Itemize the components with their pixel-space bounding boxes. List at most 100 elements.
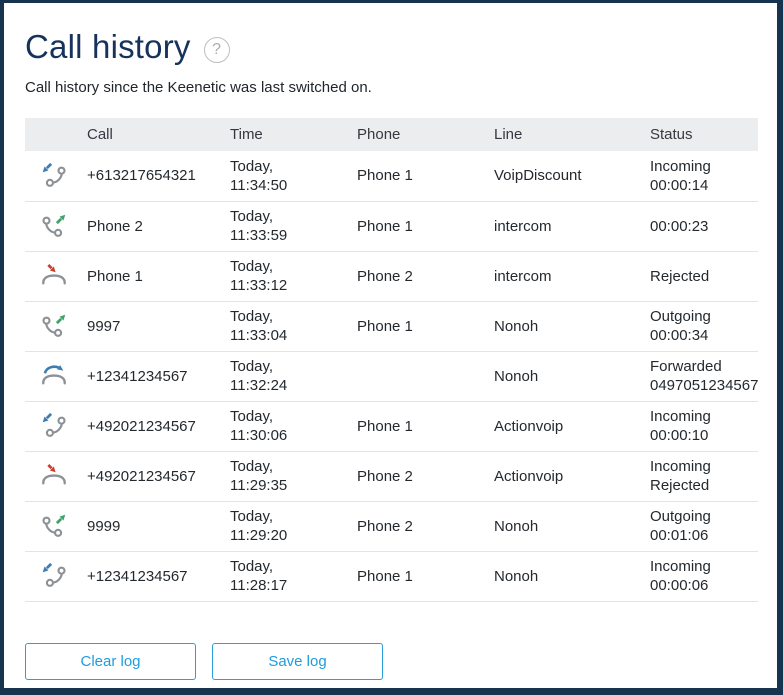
table-row: 9997 Today,11:33:04 Phone 1 Nonoh Outgoi… (25, 301, 758, 351)
status-line: 00:00:23 (650, 217, 752, 236)
incoming-call-icon (39, 161, 69, 191)
cell-call: 9999 (87, 501, 230, 551)
column-header-phone: Phone (357, 118, 494, 151)
cell-status: Rejected (650, 251, 758, 301)
cell-time: Today,11:29:35 (230, 451, 357, 501)
status-line: 00:00:14 (650, 176, 752, 195)
table-row: +613217654321 Today,11:34:50 Phone 1 Voi… (25, 151, 758, 201)
cell-call: +613217654321 (87, 151, 230, 201)
time-line: Today, (230, 557, 351, 576)
cell-line: intercom (494, 251, 650, 301)
cell-phone: Phone 1 (357, 551, 494, 601)
page-content: Call history ? Call history since the Ke… (4, 3, 777, 680)
time-line: Today, (230, 207, 351, 226)
cell-direction (25, 351, 87, 401)
help-icon[interactable]: ? (204, 37, 230, 63)
time-line: 11:28:17 (230, 576, 351, 595)
cell-call: Phone 1 (87, 251, 230, 301)
status-line: Forwarded (650, 357, 752, 376)
time-line: Today, (230, 157, 351, 176)
forwarded-call-icon (39, 361, 69, 391)
time-line: Today, (230, 457, 351, 476)
time-line: 11:29:20 (230, 526, 351, 545)
table-row: Phone 2 Today,11:33:59 Phone 1 intercom … (25, 201, 758, 251)
outgoing-call-icon (39, 211, 69, 241)
time-line: Today, (230, 307, 351, 326)
cell-call: +12341234567 (87, 351, 230, 401)
status-line: Rejected (650, 267, 752, 286)
time-line: 11:32:24 (230, 376, 351, 395)
time-line: 11:34:50 (230, 176, 351, 195)
table-header: Call Time Phone Line Status (25, 118, 758, 151)
incoming-call-icon (39, 561, 69, 591)
status-line: 00:01:06 (650, 526, 752, 545)
incoming-call-icon (39, 411, 69, 441)
button-row: Clear log Save log (25, 643, 758, 680)
call-history-table: Call Time Phone Line Status +61321765432… (25, 118, 758, 602)
time-line: Today, (230, 257, 351, 276)
clear-log-button[interactable]: Clear log (25, 643, 196, 680)
cell-time: Today,11:29:20 (230, 501, 357, 551)
cell-status: Outgoing00:01:06 (650, 501, 758, 551)
page-title: Call history (25, 28, 191, 66)
page-subtitle: Call history since the Keenetic was last… (25, 79, 758, 97)
status-line: Incoming (650, 407, 752, 426)
title-row: Call history ? (25, 28, 758, 66)
outgoing-call-icon (39, 311, 69, 341)
column-header-line: Line (494, 118, 650, 151)
time-line: 11:33:12 (230, 276, 351, 295)
cell-time: Today,11:34:50 (230, 151, 357, 201)
status-line: Outgoing (650, 307, 752, 326)
cell-direction (25, 151, 87, 201)
cell-status: Incoming00:00:10 (650, 401, 758, 451)
cell-direction (25, 201, 87, 251)
rejected-call-icon (39, 261, 69, 291)
cell-status: Outgoing00:00:34 (650, 301, 758, 351)
call-table-body: +613217654321 Today,11:34:50 Phone 1 Voi… (25, 151, 758, 601)
rejected-call-icon (39, 461, 69, 491)
cell-direction (25, 301, 87, 351)
cell-line: Nonoh (494, 501, 650, 551)
cell-call: 9997 (87, 301, 230, 351)
cell-call: +492021234567 (87, 451, 230, 501)
time-line: 11:33:04 (230, 326, 351, 345)
cell-line: Actionvoip (494, 401, 650, 451)
cell-direction (25, 251, 87, 301)
cell-status: Forwarded0497051234567 (650, 351, 758, 401)
time-line: Today, (230, 407, 351, 426)
column-header-status: Status (650, 118, 758, 151)
cell-phone: Phone 1 (357, 151, 494, 201)
cell-time: Today,11:28:17 (230, 551, 357, 601)
status-line: Outgoing (650, 507, 752, 526)
cell-line: Actionvoip (494, 451, 650, 501)
cell-call: +12341234567 (87, 551, 230, 601)
time-line: 11:29:35 (230, 476, 351, 495)
cell-phone (357, 351, 494, 401)
cell-status: Incoming00:00:06 (650, 551, 758, 601)
status-line: Incoming (650, 557, 752, 576)
cell-phone: Phone 2 (357, 501, 494, 551)
cell-phone: Phone 1 (357, 201, 494, 251)
cell-time: Today,11:33:59 (230, 201, 357, 251)
call-history-page: Call history ? Call history since the Ke… (0, 0, 783, 695)
table-row: +492021234567 Today,11:30:06 Phone 1 Act… (25, 401, 758, 451)
cell-call: Phone 2 (87, 201, 230, 251)
status-line: 0497051234567 (650, 376, 752, 395)
cell-line: Nonoh (494, 351, 650, 401)
time-line: Today, (230, 507, 351, 526)
cell-time: Today,11:30:06 (230, 401, 357, 451)
cell-phone: Phone 2 (357, 451, 494, 501)
cell-line: VoipDiscount (494, 151, 650, 201)
outgoing-call-icon (39, 511, 69, 541)
time-line: 11:33:59 (230, 226, 351, 245)
cell-time: Today,11:33:04 (230, 301, 357, 351)
cell-line: Nonoh (494, 301, 650, 351)
cell-phone: Phone 1 (357, 401, 494, 451)
time-line: 11:30:06 (230, 426, 351, 445)
save-log-button[interactable]: Save log (212, 643, 383, 680)
column-header-icon (25, 118, 87, 151)
cell-direction (25, 401, 87, 451)
status-line: 00:00:06 (650, 576, 752, 595)
cell-phone: Phone 1 (357, 301, 494, 351)
table-row: Phone 1 Today,11:33:12 Phone 2 intercom … (25, 251, 758, 301)
